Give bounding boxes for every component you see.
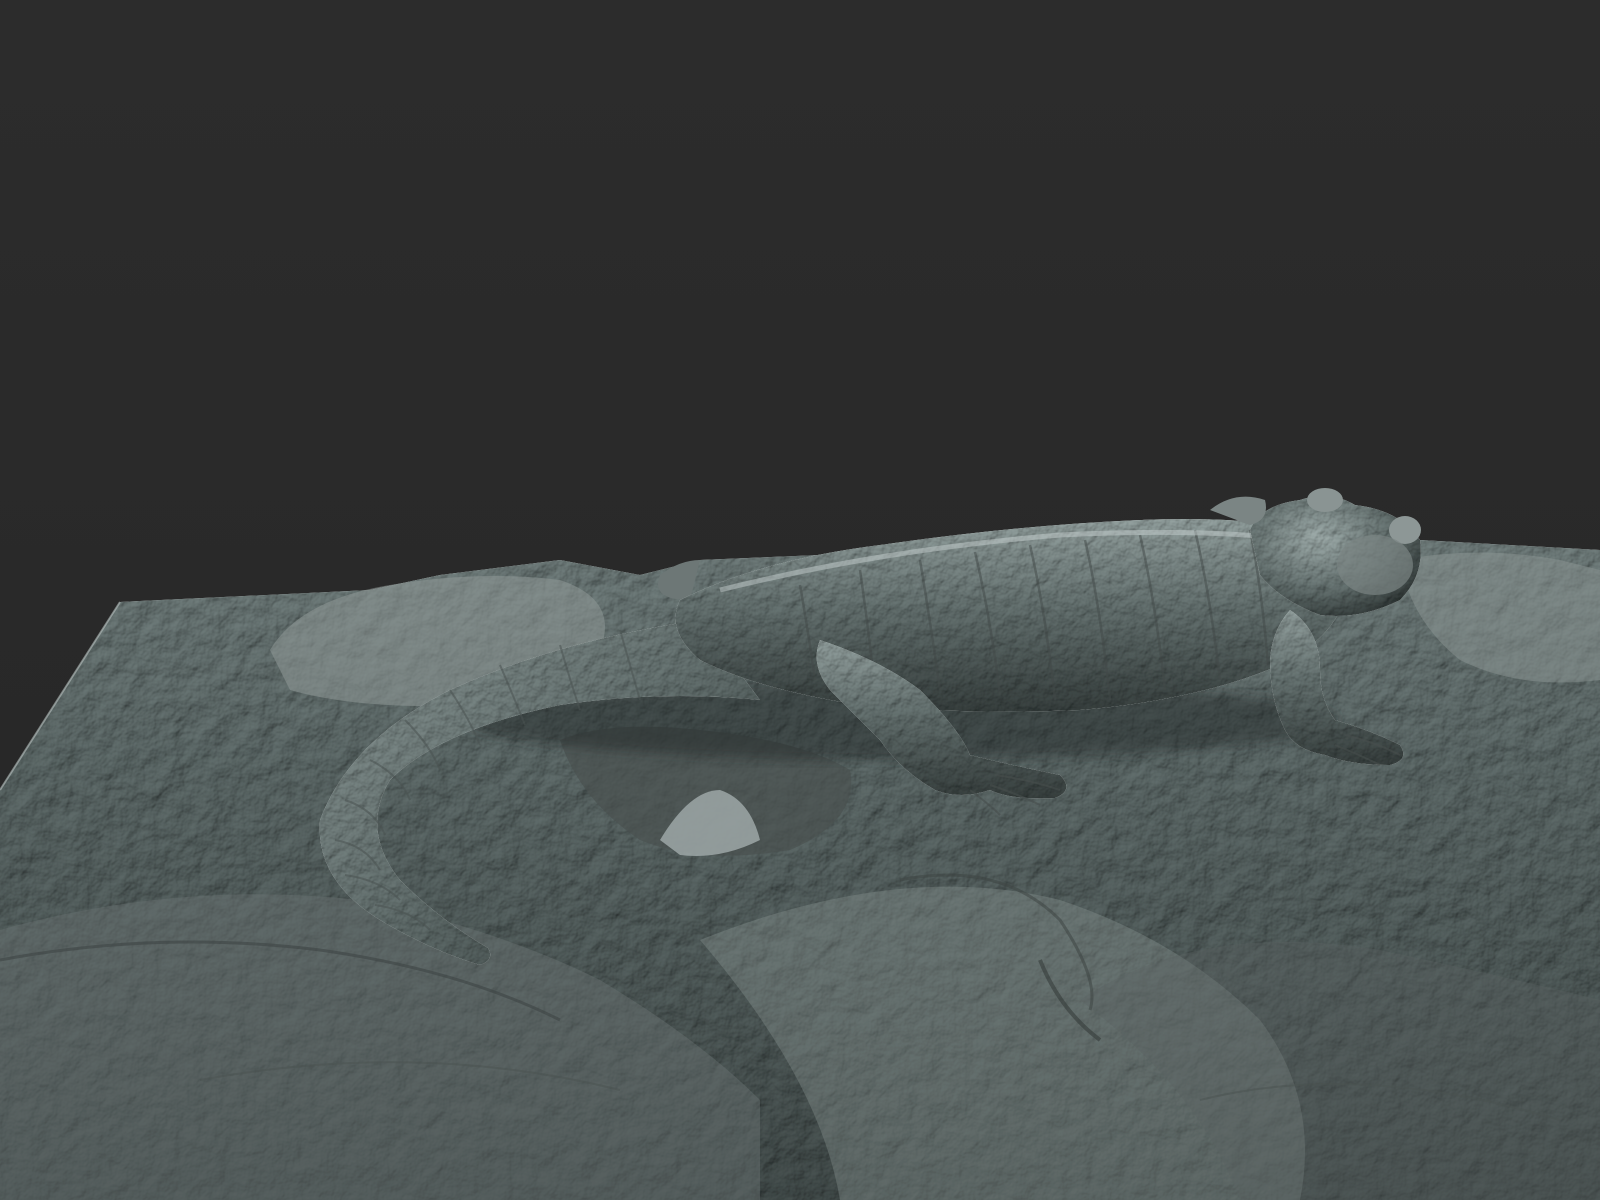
eye-icon [1307, 488, 1343, 512]
sculpt-render-canvas [0, 0, 1600, 1200]
render-viewport [0, 0, 1600, 1200]
